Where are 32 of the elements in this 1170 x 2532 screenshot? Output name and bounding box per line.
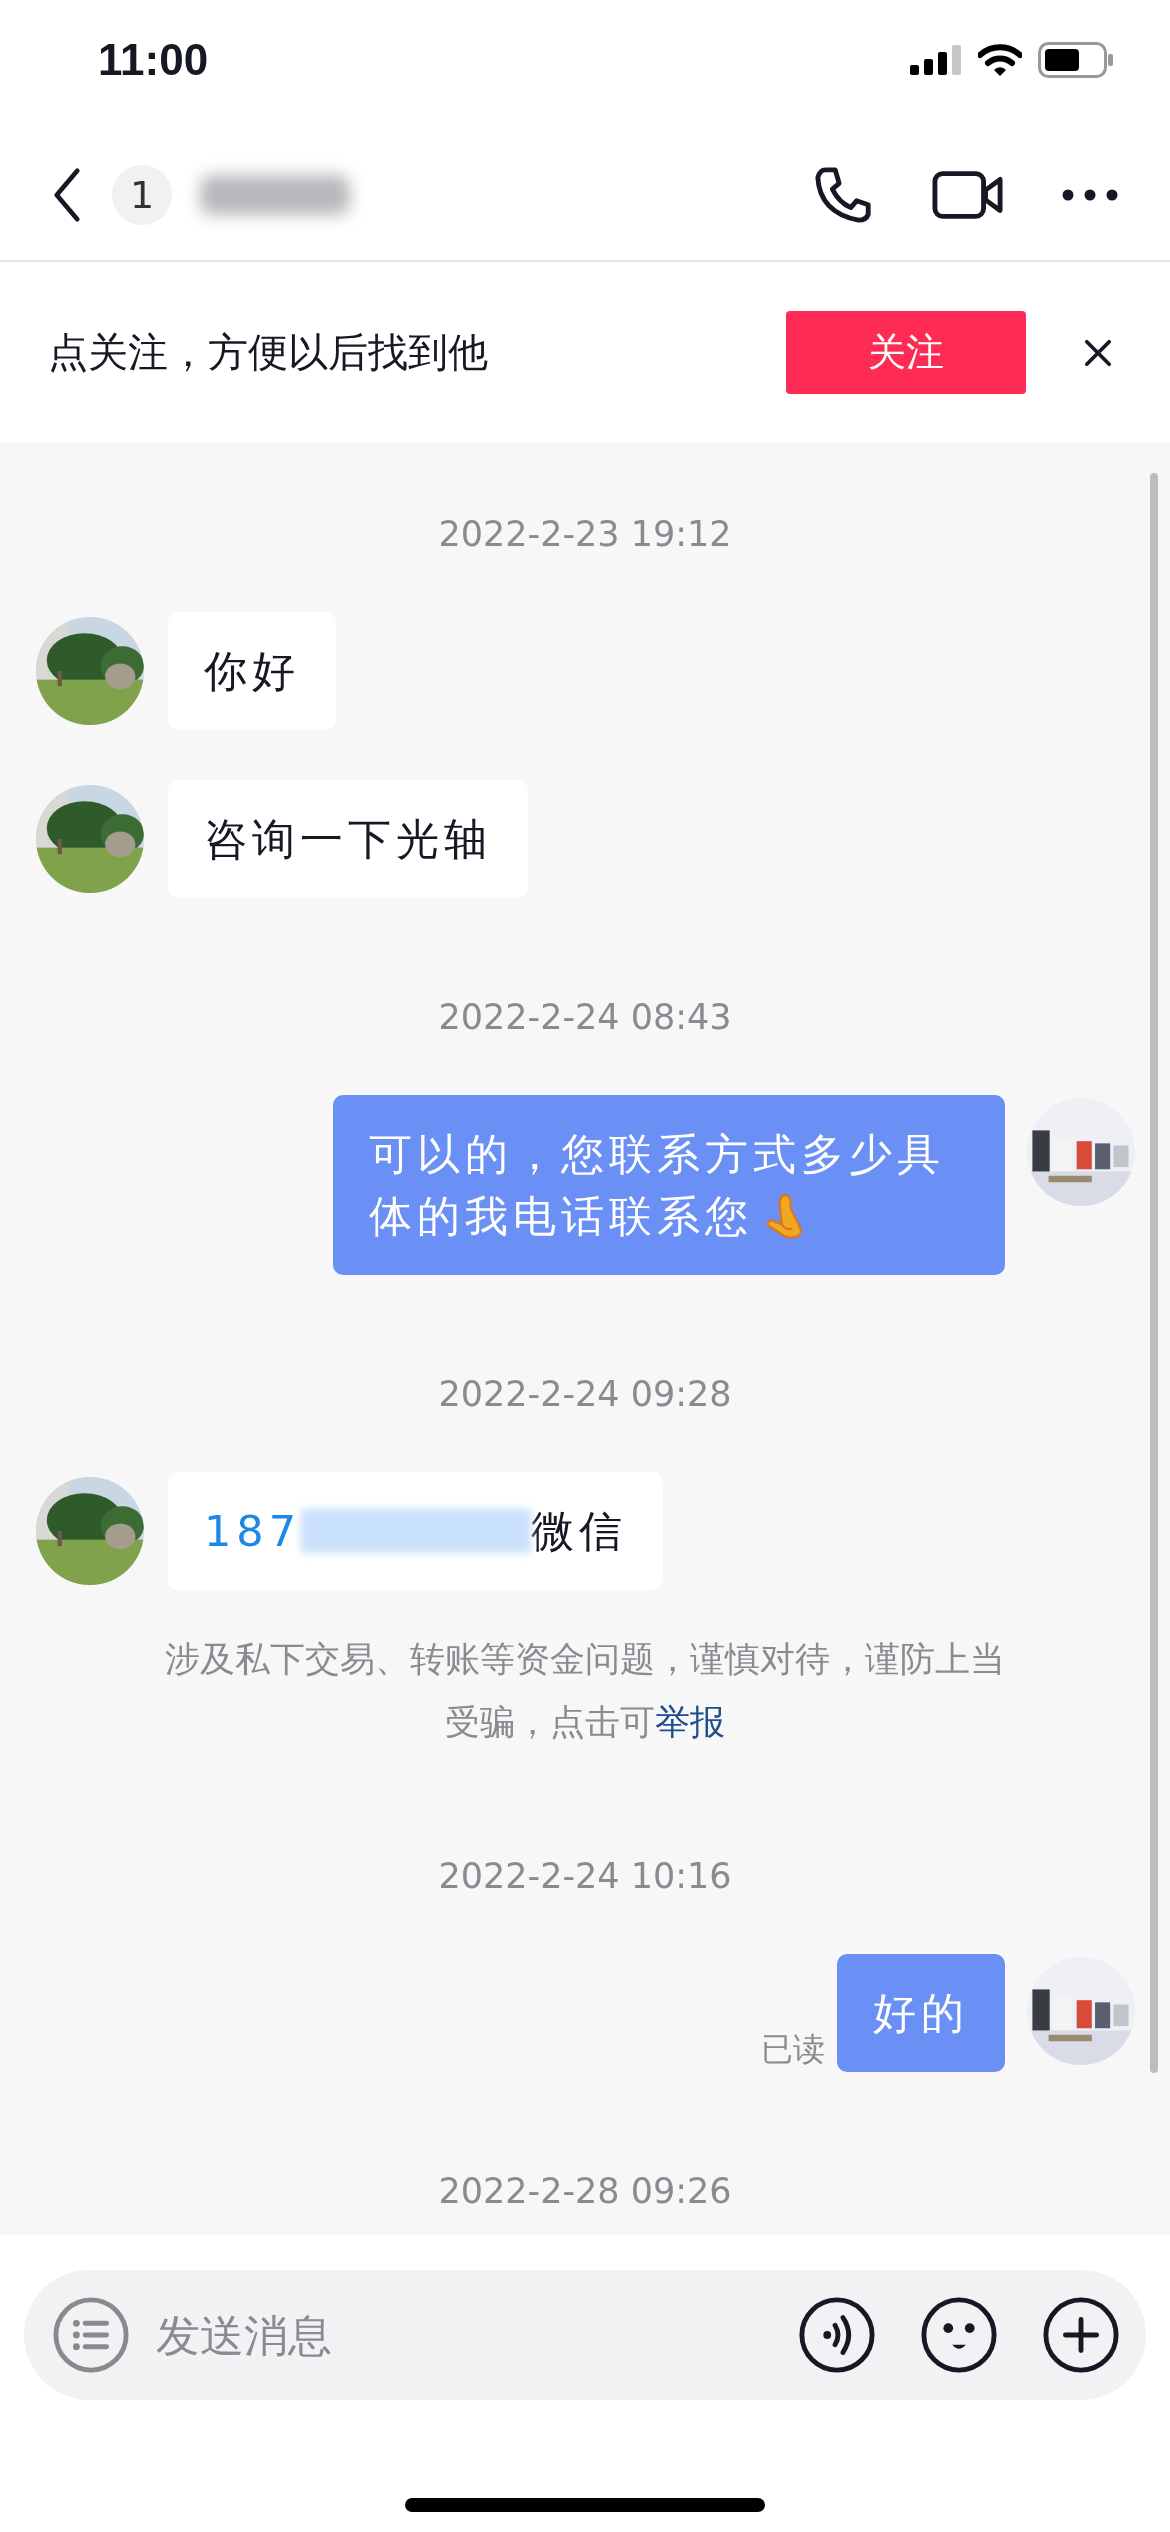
follow-button[interactable]: 关注 [786,311,1026,394]
message-bubble: 咨询一下光轴 [168,780,528,898]
add-icon[interactable] [1042,2296,1120,2374]
battery-icon [1038,42,1114,78]
emoji-icon[interactable] [920,2296,998,2374]
message-input[interactable]: 发送消息 [154,2308,754,2362]
scrollbar[interactable] [1150,473,1158,2073]
message-bubble: 好的 [837,1954,1005,2072]
read-status: 已读 [761,2029,825,2070]
close-icon[interactable] [1084,338,1112,367]
unread-count: 1 [112,165,172,225]
phone-number[interactable]: 187 [204,1500,302,1562]
message-text: 微信 [531,1505,628,1558]
more-icon[interactable] [1062,189,1118,201]
list-icon[interactable] [52,2296,130,2374]
message-timestamp: 2022-2-24 10:16 [437,1855,733,1898]
message-bubble: 你好 [168,612,336,730]
follow-prompt: 点关注，方便以后找到他 [48,328,489,377]
message-timestamp: 2022-2-24 09:28 [437,1373,733,1416]
report-link[interactable]: 举报 [655,1702,725,1742]
phone-icon[interactable] [812,164,874,226]
message-timestamp: 2022-2-24 08:43 [437,996,733,1039]
video-icon[interactable] [932,170,1004,220]
voice-icon[interactable] [798,2296,876,2374]
message-timestamp: 2022-2-28 09:26 [437,2170,733,2213]
back-icon[interactable] [52,167,82,223]
message-timestamp: 2022-2-23 19:12 [437,513,733,556]
wifi-icon [978,44,1022,76]
signal-icon [910,45,962,75]
safety-notice: 涉及私下交易、转账等资金问题，谨慎对待，谨防上当受骗，点击可举报 [164,1638,1006,1744]
status-time: 11:00 [98,35,209,85]
message-bubble: 可以的，您联系方式多少具体的我电话联系您 [333,1095,1005,1275]
